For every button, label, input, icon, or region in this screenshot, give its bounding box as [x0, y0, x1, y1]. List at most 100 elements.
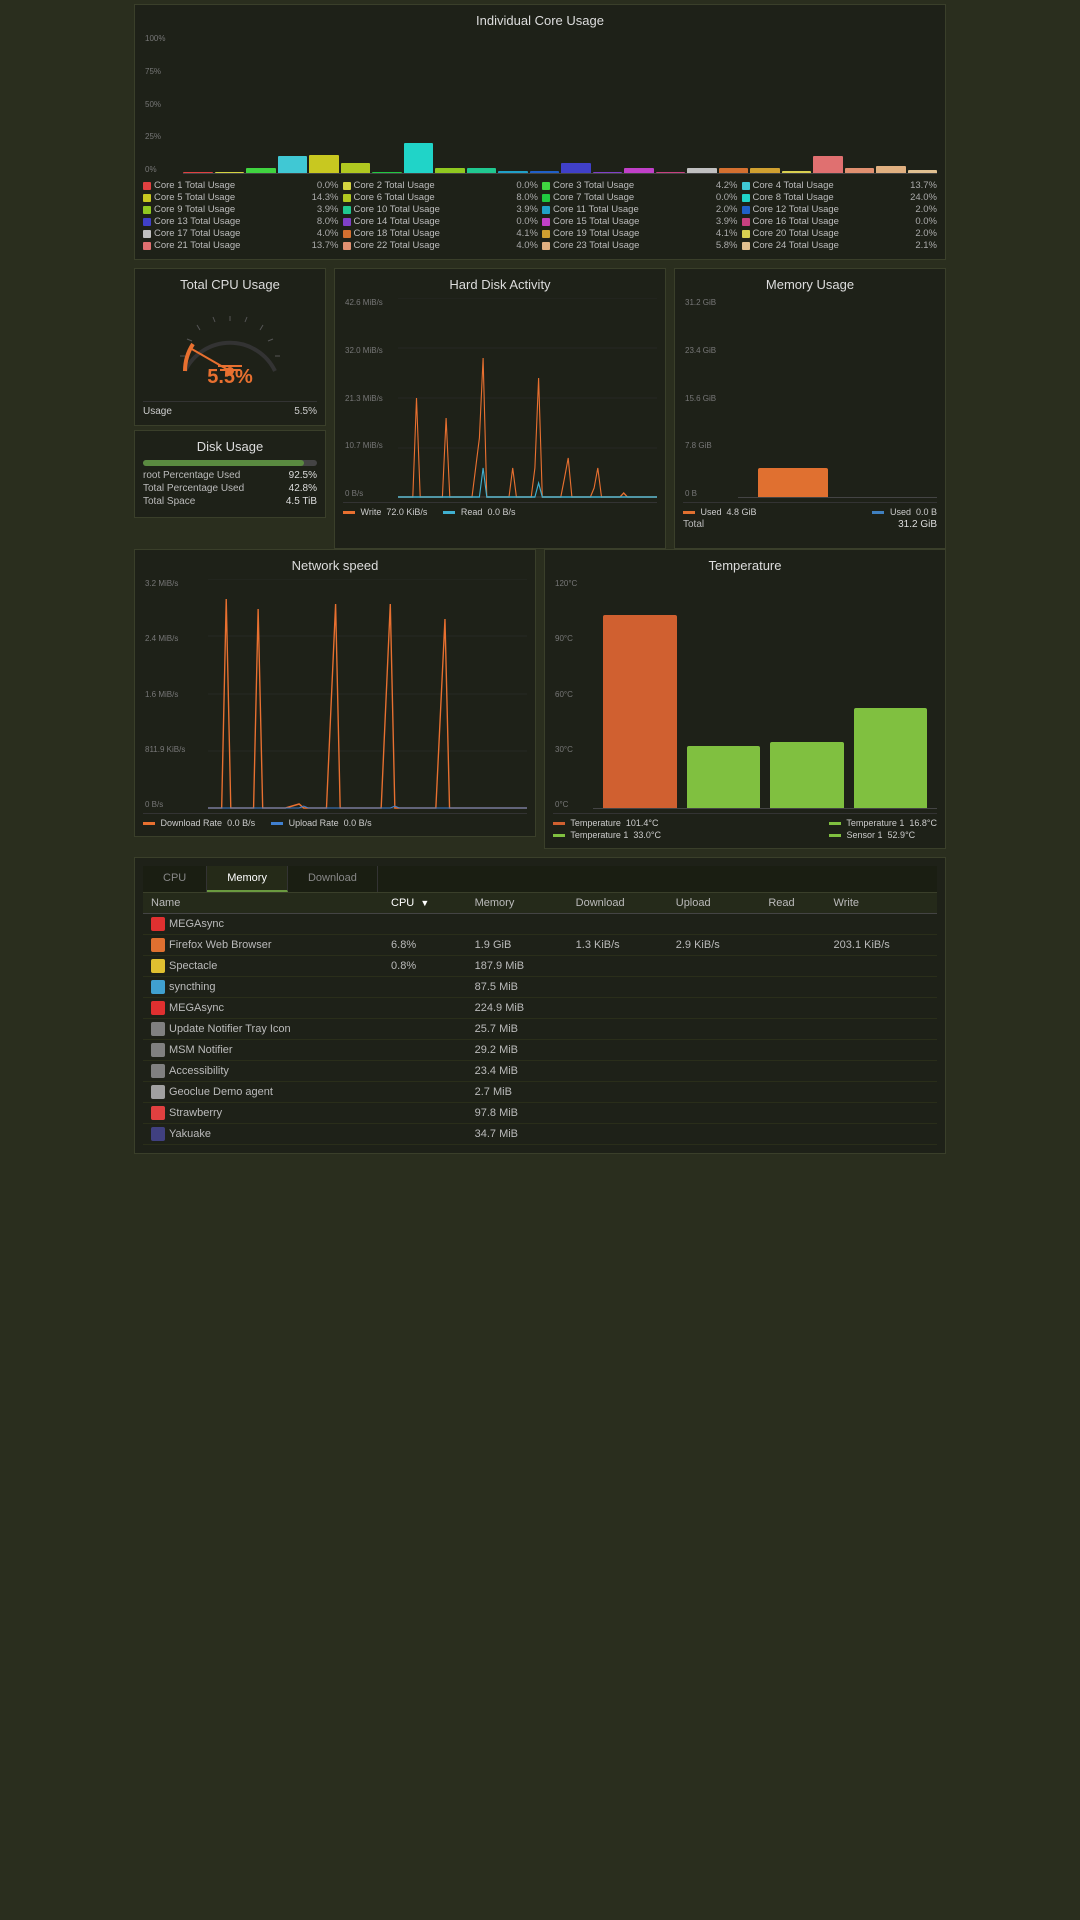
core-bar	[908, 170, 938, 173]
table-row[interactable]: MEGAsync	[143, 914, 937, 935]
memory-total-row: Total 31.2 GiB	[683, 519, 937, 530]
core-bar	[687, 168, 717, 173]
core-legend-dot	[742, 194, 750, 202]
core-legend-item: Core 21 Total Usage13.7%	[143, 240, 339, 251]
process-table: Name CPU ▼ Memory Download Upload Read W…	[143, 893, 937, 1145]
process-icon	[151, 980, 165, 994]
core-legend-val: 3.9%	[317, 204, 339, 215]
core-y-labels: 100% 75% 50% 25% 0%	[145, 34, 165, 174]
table-row[interactable]: MSM Notifier 29.2 MiB	[143, 1040, 937, 1061]
process-write	[826, 1061, 937, 1082]
tab-cpu[interactable]: CPU	[143, 866, 207, 892]
process-upload	[668, 1040, 761, 1061]
core-legend-item: Core 20 Total Usage2.0%	[742, 228, 938, 239]
tab-download[interactable]: Download	[288, 866, 378, 892]
col-cpu[interactable]: CPU ▼	[383, 893, 467, 914]
core-legend-val: 0.0%	[317, 180, 339, 191]
root-label: root Percentage Used	[143, 470, 240, 481]
core-bar	[183, 172, 213, 173]
table-row[interactable]: Geoclue Demo agent 2.7 MiB	[143, 1082, 937, 1103]
process-cpu	[383, 998, 467, 1019]
upload-color	[271, 822, 283, 825]
table-row[interactable]: Firefox Web Browser 6.8% 1.9 GiB 1.3 KiB…	[143, 935, 937, 956]
col-name[interactable]: Name	[143, 893, 383, 914]
temp-col: Temperature 120°C 90°C 60°C 30°C 0°C	[540, 545, 950, 853]
process-name: syncthing	[143, 977, 383, 998]
network-title: Network speed	[143, 558, 527, 573]
read-label: Read	[461, 507, 483, 517]
table-row[interactable]: Update Notifier Tray Icon 25.7 MiB	[143, 1019, 937, 1040]
core-bar	[845, 168, 875, 173]
table-row[interactable]: Spectacle 0.8% 187.9 MiB	[143, 956, 937, 977]
process-icon	[151, 959, 165, 973]
memory-bars	[738, 298, 937, 498]
process-icon	[151, 1001, 165, 1015]
memory-chart-area: 31.2 GiB 23.4 GiB 15.6 GiB 7.8 GiB 0 B	[683, 298, 937, 498]
core-legend-item: Core 8 Total Usage24.0%	[742, 192, 938, 203]
read-color	[443, 511, 455, 514]
core-legend-name: Core 12 Total Usage	[753, 204, 913, 215]
process-upload	[668, 977, 761, 998]
sensor1-value: 52.9°C	[888, 830, 916, 840]
process-name: Geoclue Demo agent	[143, 1082, 383, 1103]
process-download	[568, 1061, 668, 1082]
core-legend-name: Core 13 Total Usage	[154, 216, 314, 227]
col-read[interactable]: Read	[760, 893, 825, 914]
table-row[interactable]: MEGAsync 224.9 MiB	[143, 998, 937, 1019]
process-icon	[151, 938, 165, 952]
process-read	[760, 1019, 825, 1040]
process-read	[760, 956, 825, 977]
core-legend-item: Core 18 Total Usage4.1%	[343, 228, 539, 239]
process-icon	[151, 1106, 165, 1120]
core-legend-dot	[742, 230, 750, 238]
core-usage-title: Individual Core Usage	[143, 13, 937, 28]
core-legend-dot	[542, 230, 550, 238]
process-name: Update Notifier Tray Icon	[143, 1019, 383, 1040]
core-legend-name: Core 3 Total Usage	[553, 180, 713, 191]
tab-memory[interactable]: Memory	[207, 866, 288, 892]
core-legend-val: 4.0%	[516, 240, 538, 251]
usage-label: Usage	[143, 406, 172, 417]
memory-swap-label: Used	[890, 507, 911, 517]
total-pct-value: 42.8%	[289, 483, 317, 494]
temp3-value: 16.8°C	[909, 818, 937, 828]
col-write[interactable]: Write	[826, 893, 937, 914]
core-legend-item: Core 13 Total Usage8.0%	[143, 216, 339, 227]
process-download: 1.3 KiB/s	[568, 935, 668, 956]
process-memory: 187.9 MiB	[467, 956, 568, 977]
core-bar	[341, 163, 371, 173]
core-legend-item: Core 2 Total Usage0.0%	[343, 180, 539, 191]
core-legend-name: Core 15 Total Usage	[553, 216, 713, 227]
memory-total-value: 31.2 GiB	[898, 519, 937, 530]
disk-usage-panel: Disk Usage root Percentage Used 92.5% To…	[134, 430, 326, 518]
table-row[interactable]: Yakuake 34.7 MiB	[143, 1124, 937, 1145]
process-name: Accessibility	[143, 1061, 383, 1082]
col-download[interactable]: Download	[568, 893, 668, 914]
bottom-row: Network speed 3.2 MiB/s 2.4 MiB/s 1.6 Mi…	[130, 545, 950, 853]
table-row[interactable]: Strawberry 97.8 MiB	[143, 1103, 937, 1124]
temp-bar-1	[603, 615, 677, 809]
upload-value: 0.0 B/s	[344, 818, 372, 828]
core-legend-item: Core 3 Total Usage4.2%	[542, 180, 738, 191]
core-legend-dot	[742, 206, 750, 214]
core-legend-dot	[143, 206, 151, 214]
core-legend-item: Core 4 Total Usage13.7%	[742, 180, 938, 191]
table-row[interactable]: Accessibility 23.4 MiB	[143, 1061, 937, 1082]
core-bar	[498, 171, 528, 174]
usage-row: Usage 5.5%	[143, 401, 317, 417]
process-memory: 87.5 MiB	[467, 977, 568, 998]
core-legend-item: Core 11 Total Usage2.0%	[542, 204, 738, 215]
read-value: 0.0 B/s	[487, 507, 515, 517]
process-read	[760, 1040, 825, 1061]
table-row[interactable]: syncthing 87.5 MiB	[143, 977, 937, 998]
core-legend-dot	[143, 194, 151, 202]
network-chart-area: 3.2 MiB/s 2.4 MiB/s 1.6 MiB/s 811.9 KiB/…	[143, 579, 527, 809]
col-upload[interactable]: Upload	[668, 893, 761, 914]
col-memory[interactable]: Memory	[467, 893, 568, 914]
core-legend-item: Core 1 Total Usage0.0%	[143, 180, 339, 191]
process-cpu	[383, 1019, 467, 1040]
core-bar	[719, 168, 749, 173]
process-read	[760, 1103, 825, 1124]
process-read	[760, 1061, 825, 1082]
process-read	[760, 935, 825, 956]
